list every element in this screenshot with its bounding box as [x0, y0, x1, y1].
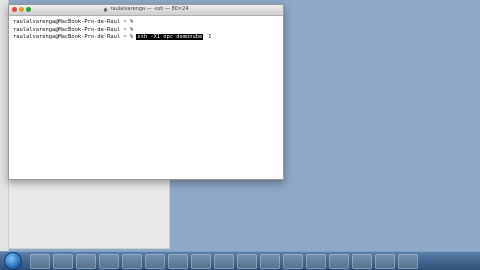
- app-13-icon[interactable]: [306, 253, 326, 269]
- text-cursor-icon: I: [208, 34, 212, 40]
- app-5-icon[interactable]: [122, 253, 142, 269]
- taskbar: [0, 251, 480, 270]
- typed-command: ssh -X1 opc demonube: [136, 34, 204, 40]
- app-7-icon[interactable]: [168, 253, 188, 269]
- app-16-icon[interactable]: [375, 253, 395, 269]
- app-6-icon[interactable]: [145, 253, 165, 269]
- prompt-line-current: raulalvarenga@MacBook-Pro-de-Raul ~ % ss…: [13, 34, 279, 42]
- prompt-line: raulalvarenga@MacBook-Pro-de-Raul ~ %: [13, 26, 134, 33]
- window-title-text: raulalvarenga — -ssh — 80×24: [110, 6, 189, 12]
- taskbar-app-icons: [30, 253, 418, 269]
- background-window[interactable]: [8, 176, 170, 249]
- start-button[interactable]: [4, 252, 22, 270]
- terminal-titlebar[interactable]: raulalvarenga — -ssh — 80×24: [9, 5, 283, 16]
- home-icon: [103, 7, 108, 11]
- terminal-window[interactable]: raulalvarenga — -ssh — 80×24 raulalvaren…: [8, 4, 284, 180]
- window-title: raulalvarenga — -ssh — 80×24: [9, 6, 283, 12]
- app-11-icon[interactable]: [260, 253, 280, 269]
- app-17-icon[interactable]: [398, 253, 418, 269]
- app-4-icon[interactable]: [99, 253, 119, 269]
- app-2-icon[interactable]: [53, 253, 73, 269]
- app-1-icon[interactable]: [30, 253, 50, 269]
- app-9-icon[interactable]: [214, 253, 234, 269]
- app-8-icon[interactable]: [191, 253, 211, 269]
- prompt-line: raulalvarenga@MacBook-Pro-de-Raul ~ %: [13, 19, 134, 25]
- terminal-output[interactable]: raulalvarenga@MacBook-Pro-de-Raul ~ % ra…: [9, 16, 283, 45]
- app-10-icon[interactable]: [237, 253, 257, 269]
- prompt-text: raulalvarenga@MacBook-Pro-de-Raul ~ %: [13, 34, 134, 40]
- app-14-icon[interactable]: [329, 253, 349, 269]
- app-3-icon[interactable]: [76, 253, 96, 269]
- app-12-icon[interactable]: [283, 253, 303, 269]
- app-15-icon[interactable]: [352, 253, 372, 269]
